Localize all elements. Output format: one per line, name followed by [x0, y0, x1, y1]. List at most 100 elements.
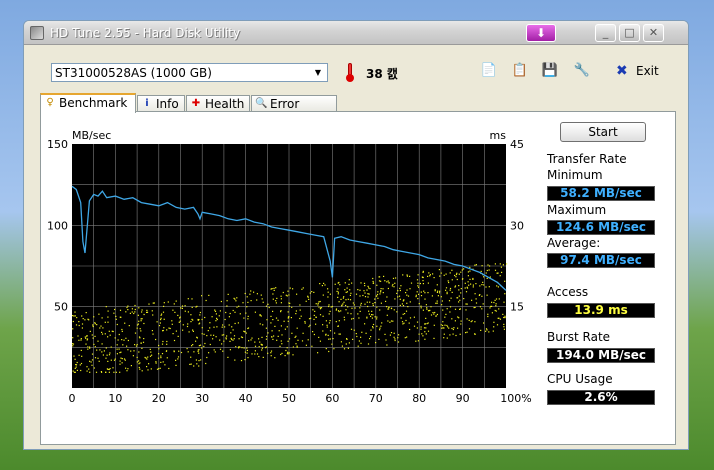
access-point [387, 287, 389, 290]
access-point [250, 339, 252, 341]
access-point [197, 318, 199, 321]
tab-error-scan[interactable]: 🔍 Error Scan [251, 95, 337, 125]
access-point [277, 319, 279, 321]
copy-text-icon[interactable]: 📄 [480, 62, 498, 80]
access-point [416, 279, 419, 281]
access-point [107, 360, 109, 362]
chevron-down-icon[interactable]: ▼ [311, 65, 325, 80]
access-point [107, 316, 109, 318]
access-point [230, 332, 232, 334]
access-point [281, 352, 283, 354]
access-point [417, 285, 419, 287]
access-point [295, 310, 297, 312]
access-point [149, 348, 151, 350]
access-point [475, 302, 478, 304]
access-point [370, 336, 372, 338]
access-point [403, 322, 405, 324]
copy-screenshot-icon[interactable]: 📋 [511, 62, 529, 80]
access-point [376, 316, 378, 318]
access-point [371, 317, 373, 319]
access-point [385, 339, 387, 341]
access-point [395, 277, 397, 279]
access-point [443, 337, 445, 339]
access-point [430, 314, 433, 316]
access-point [439, 275, 441, 277]
access-point [343, 301, 345, 303]
minimize-button[interactable]: _ [595, 24, 616, 42]
access-point [454, 320, 456, 322]
access-point [244, 359, 246, 361]
access-point [209, 322, 211, 324]
access-point [338, 333, 340, 335]
tab-info[interactable]: i Info [137, 95, 185, 112]
access-point [460, 292, 462, 294]
access-point [222, 324, 224, 326]
access-point [187, 351, 189, 353]
exit-icon[interactable]: ✖ [616, 63, 628, 79]
access-point [268, 306, 270, 309]
access-point [247, 357, 249, 359]
access-point [481, 295, 483, 297]
access-point [110, 359, 112, 361]
access-point [276, 339, 278, 341]
access-point [104, 321, 106, 323]
access-point [425, 304, 427, 306]
access-point [475, 298, 477, 300]
tab-label: Health [205, 97, 245, 111]
access-point [365, 332, 367, 334]
access-point [166, 357, 168, 359]
access-point [486, 269, 488, 272]
access-point [461, 278, 464, 280]
close-button[interactable]: ✕ [643, 24, 664, 42]
x-tick-label: 70 [369, 392, 383, 405]
access-point [250, 300, 252, 302]
save-icon[interactable]: 💾 [541, 62, 559, 80]
access-point [86, 338, 89, 340]
access-point [376, 318, 378, 320]
access-point [179, 320, 181, 322]
access-point [467, 281, 469, 283]
start-button[interactable]: Start [560, 122, 646, 142]
access-point [339, 284, 341, 286]
maximize-button[interactable]: □ [619, 24, 640, 42]
access-point [200, 359, 202, 361]
access-point [364, 296, 367, 298]
download-arrow-icon[interactable]: ⬇ [526, 24, 556, 42]
access-point [161, 353, 164, 355]
access-point [253, 291, 255, 293]
access-point [474, 293, 476, 295]
access-point [101, 351, 103, 353]
access-point [130, 350, 132, 352]
title-bar[interactable]: HD Tune 2.55 - Hard Disk Utility ⬇ _ □ ✕ [24, 21, 688, 45]
access-point [329, 338, 331, 340]
exit-button[interactable]: Exit [636, 64, 659, 78]
access-point [364, 303, 366, 305]
access-point [219, 339, 221, 341]
access-point [122, 344, 124, 346]
access-point [499, 263, 501, 265]
access-point [127, 349, 129, 351]
access-point [247, 301, 249, 303]
access-point [174, 311, 176, 313]
access-point [433, 324, 435, 326]
access-point [267, 352, 269, 354]
access-point [459, 299, 461, 301]
access-point [352, 338, 354, 340]
access-point [304, 322, 306, 324]
tab-benchmark[interactable]: ♀ Benchmark [40, 93, 136, 113]
access-point [184, 305, 186, 307]
access-point [215, 336, 217, 338]
access-point [127, 305, 129, 307]
tab-health[interactable]: ✚ Health [186, 95, 250, 112]
access-point [330, 306, 332, 308]
access-point [388, 281, 390, 284]
access-point [239, 346, 241, 348]
access-point [94, 346, 96, 348]
drive-select[interactable]: ST31000528AS (1000 GB) ▼ [51, 63, 328, 82]
options-icon[interactable]: 🔧 [573, 62, 591, 80]
access-point [329, 330, 332, 332]
access-point [460, 323, 462, 325]
access-point [372, 282, 375, 284]
access-point [258, 356, 260, 358]
access-point [225, 311, 227, 314]
